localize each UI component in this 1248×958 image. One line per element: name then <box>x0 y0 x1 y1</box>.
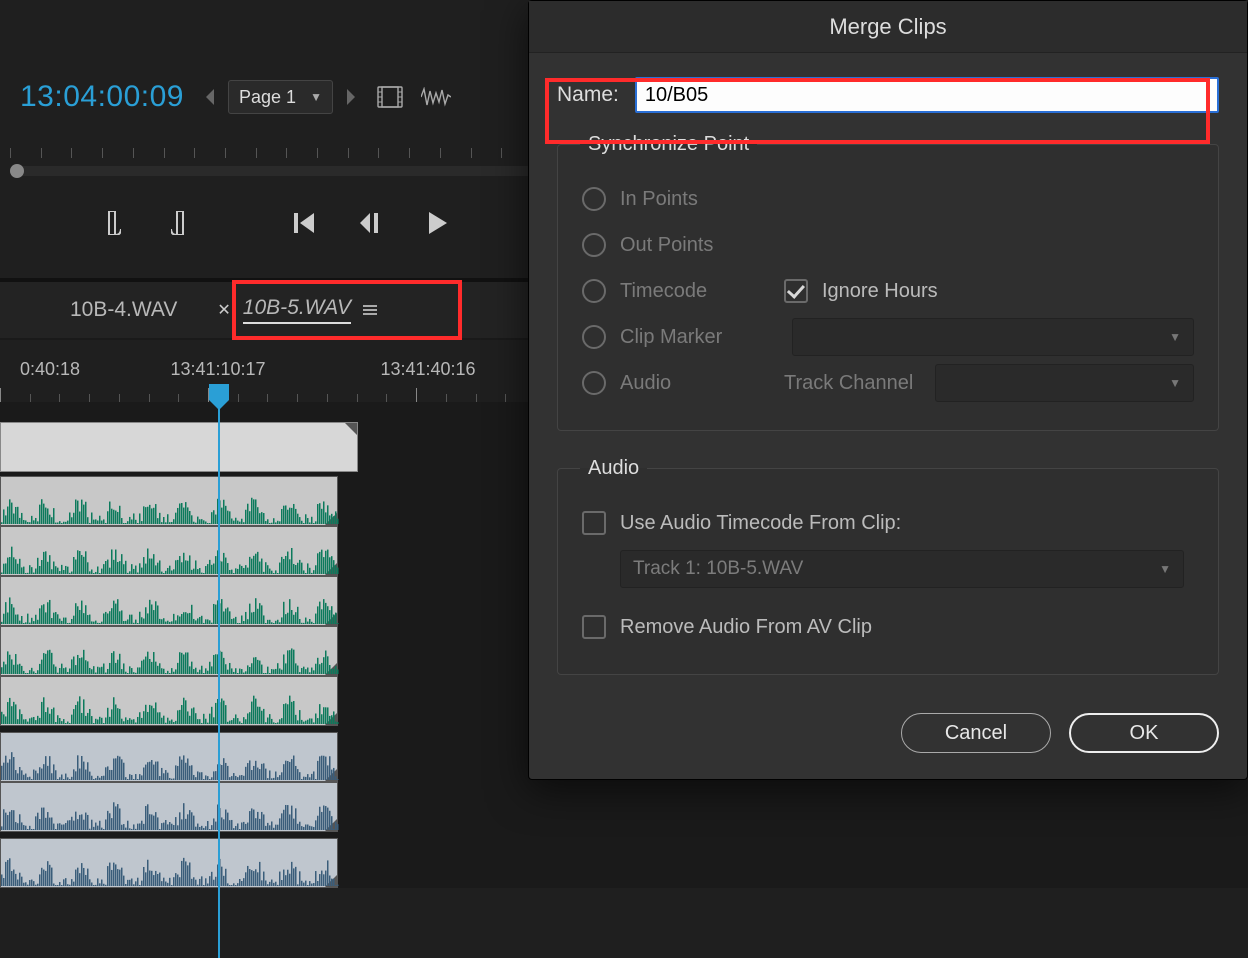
ok-button[interactable]: OK <box>1069 713 1219 753</box>
radio-label: Audio <box>620 372 770 395</box>
dialog-title: Merge Clips <box>529 1 1247 53</box>
checkbox-ignore-hours[interactable] <box>784 279 808 303</box>
synchronize-point-group: Synchronize Point In Points Out Points T… <box>557 133 1219 431</box>
track-channel-label: Track Channel <box>784 372 913 395</box>
page-prev-button[interactable] <box>200 83 220 111</box>
track-channel-select[interactable]: ▼ <box>935 364 1194 402</box>
audio-clip[interactable] <box>0 676 338 726</box>
merge-clips-dialog: Merge Clips Name: Synchronize Point In P… <box>528 0 1248 780</box>
audio-track-b2[interactable] <box>0 782 1248 832</box>
mark-out-button[interactable] <box>166 210 192 236</box>
tab-menu-icon[interactable] <box>363 305 377 315</box>
source-timecode[interactable]: 13:04:00:09 <box>20 80 184 114</box>
audio-clip[interactable] <box>0 526 338 576</box>
audio-track-b3[interactable] <box>0 838 1248 888</box>
checkbox-remove-audio[interactable] <box>582 615 606 639</box>
cancel-button[interactable]: Cancel <box>901 713 1051 753</box>
audio-clip[interactable] <box>0 626 338 676</box>
tab-10b-5[interactable]: ✕ 10B-5.WAV <box>197 282 397 338</box>
radio-audio[interactable] <box>582 371 606 395</box>
waveform-icon[interactable] <box>421 87 451 107</box>
page-next-button[interactable] <box>341 83 361 111</box>
video-clip[interactable] <box>0 422 358 472</box>
mark-in-button[interactable] <box>100 210 126 236</box>
chevron-down-icon: ▼ <box>310 90 322 104</box>
chevron-down-icon: ▼ <box>1159 562 1171 576</box>
play-button[interactable] <box>424 210 450 236</box>
timeline-playhead[interactable] <box>218 384 220 958</box>
page-select[interactable]: Page 1 ▼ <box>228 80 333 114</box>
audio-clip[interactable] <box>0 476 338 526</box>
radio-label: Out Points <box>620 234 713 257</box>
checkbox-use-audio-tc[interactable] <box>582 511 606 535</box>
name-input[interactable] <box>635 77 1219 113</box>
ruler-label: 13:41:10:17 <box>170 359 265 380</box>
step-back-button[interactable] <box>358 210 384 236</box>
radio-out-points[interactable] <box>582 233 606 257</box>
chevron-down-icon: ▼ <box>1169 376 1181 390</box>
audio-clip[interactable] <box>0 838 338 888</box>
close-icon[interactable]: ✕ <box>217 300 230 320</box>
audio-clip-select-value: Track 1: 10B-5.WAV <box>633 558 803 580</box>
ruler-label: 13:41:40:16 <box>380 359 475 380</box>
radio-in-points[interactable] <box>582 187 606 211</box>
checkbox-label: Ignore Hours <box>822 280 938 303</box>
tab-label: 10B-4.WAV <box>70 298 177 322</box>
film-strip-icon[interactable] <box>377 86 403 108</box>
tab-10b-4[interactable]: 10B-4.WAV <box>50 282 197 338</box>
audio-clip-select[interactable]: Track 1: 10B-5.WAV ▼ <box>620 550 1184 588</box>
chevron-down-icon: ▼ <box>1169 330 1181 344</box>
radio-timecode[interactable] <box>582 279 606 303</box>
audio-clip[interactable] <box>0 576 338 626</box>
audio-group: Audio Use Audio Timecode From Clip: Trac… <box>557 457 1219 675</box>
radio-clip-marker[interactable] <box>582 325 606 349</box>
radio-label: Clip Marker <box>620 326 770 349</box>
page-select-label: Page 1 <box>239 87 296 108</box>
radio-label: In Points <box>620 188 698 211</box>
clip-marker-select[interactable]: ▼ <box>792 318 1194 356</box>
scrubber-knob[interactable] <box>10 164 24 178</box>
sync-legend: Synchronize Point <box>580 133 757 156</box>
name-label: Name: <box>557 83 619 107</box>
audio-legend: Audio <box>580 457 647 480</box>
radio-label: Timecode <box>620 280 770 303</box>
checkbox-label: Use Audio Timecode From Clip: <box>620 512 901 535</box>
tab-label: 10B-5.WAV <box>243 296 351 324</box>
go-to-in-button[interactable] <box>292 210 318 236</box>
ruler-label: 0:40:18 <box>20 359 80 380</box>
audio-clip[interactable] <box>0 782 338 832</box>
checkbox-label: Remove Audio From AV Clip <box>620 616 872 639</box>
audio-clip[interactable] <box>0 732 338 782</box>
